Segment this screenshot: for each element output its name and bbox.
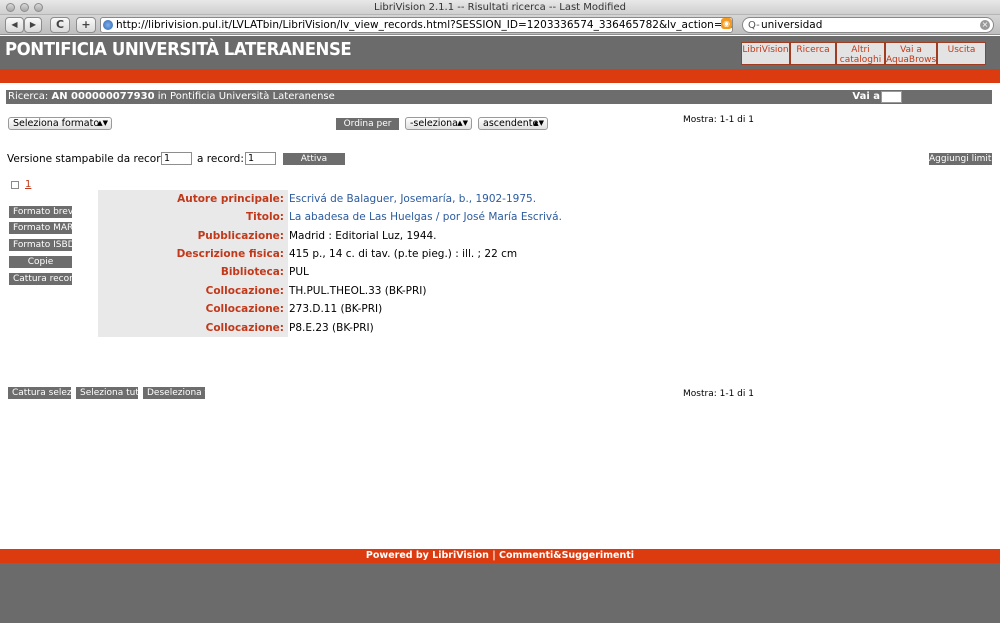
results-count-top: Mostra: 1-1 di 1 — [683, 115, 754, 125]
field-value-collocazione-1: TH.PUL.THEOL.33 (BK-PRI) — [289, 285, 427, 297]
back-button[interactable]: ◀ — [5, 17, 24, 33]
select-arrows-icon: ▲▼ — [97, 119, 108, 127]
window-title: LibriVision 2.1.1 -- Risultati ricerca -… — [374, 2, 626, 13]
attiva-button[interactable]: Attiva — [283, 153, 345, 165]
cattura-record-button[interactable]: Cattura record — [9, 273, 72, 285]
footer-band — [0, 563, 1000, 623]
browser-toolbar: ◀ ▶ C + http://librivision.pul.it/LVLATb… — [0, 15, 1000, 35]
field-value-collocazione-2: 273.D.11 (BK-PRI) — [289, 303, 383, 315]
site-footer: Powered by LibriVision | Commenti&Sugger… — [0, 549, 1000, 563]
clear-search-icon[interactable]: × — [980, 20, 990, 30]
search-scope: in Pontificia Università Lateranense — [157, 91, 335, 102]
field-label-autore: Autore principale: — [177, 193, 284, 205]
select-arrows-icon: ▲▼ — [457, 119, 468, 127]
formato-breve-button[interactable]: Formato breve — [9, 206, 72, 218]
order-select-value: -seleziona- — [410, 118, 462, 129]
powered-by-link[interactable]: Powered by LibriVision — [366, 550, 489, 561]
select-arrows-icon: ▲▼ — [533, 119, 544, 127]
cattura-selezionati-button[interactable]: Cattura selezionati — [8, 387, 71, 399]
format-select[interactable]: Seleziona formato ▲▼ — [8, 117, 112, 130]
print-version-label: Versione stampabile da record: — [7, 153, 171, 165]
search-query: AN 000000077930 — [51, 91, 155, 102]
direction-select[interactable]: ascendente ▲▼ — [478, 117, 548, 130]
minimize-window-icon[interactable] — [20, 3, 29, 12]
formato-marc-button[interactable]: Formato MARC — [9, 222, 72, 234]
field-label-pubblicazione: Pubblicazione: — [197, 230, 284, 242]
header-accent-bar — [0, 69, 1000, 83]
browser-search-field[interactable]: Q- universidad × — [742, 17, 994, 33]
university-logo[interactable]: PONTIFICIA UNIVERSITÀ LATERANENSE — [5, 39, 352, 60]
aggiungi-limiti-button[interactable]: Aggiungi limiti — [929, 153, 992, 165]
field-value-descrizione: 415 p., 14 c. di tav. (p.te pieg.) : ill… — [289, 248, 518, 260]
search-icon: Q- — [748, 20, 760, 31]
record-checkbox[interactable] — [11, 181, 19, 189]
field-value-pubblicazione: Madrid : Editorial Luz, 1944. — [289, 230, 437, 242]
field-label-collocazione-3: Collocazione: — [205, 322, 284, 334]
search-prefix: Ricerca: — [8, 91, 49, 102]
url-text: http://librivision.pul.it/LVLATbin/Libri… — [116, 19, 732, 31]
ordina-per-label: Ordina per — [336, 118, 399, 130]
field-label-titolo: Titolo: — [245, 211, 284, 223]
deseleziona-tutti-button[interactable]: Deseleziona tutti — [143, 387, 205, 399]
formato-isbd-button[interactable]: Formato ISBD — [9, 239, 72, 251]
rss-icon[interactable]: ◉ — [721, 18, 732, 29]
nav-altri-cataloghi-button[interactable]: Altri cataloghi — [836, 42, 885, 65]
nav-uscita-button[interactable]: Uscita — [937, 42, 986, 65]
from-record-input[interactable]: 1 — [161, 152, 192, 165]
nav-librivision-button[interactable]: LibriVision — [741, 42, 790, 65]
nav-aquabrowser-button[interactable]: Vai a AquaBrowser — [885, 42, 937, 65]
window-titlebar: LibriVision 2.1.1 -- Risultati ricerca -… — [0, 0, 1000, 15]
results-count-bottom: Mostra: 1-1 di 1 — [683, 389, 754, 399]
footer-separator: | — [492, 550, 496, 561]
zoom-window-icon[interactable] — [34, 3, 43, 12]
commenti-suggerimenti-link[interactable]: Commenti&Suggerimenti — [499, 550, 634, 561]
to-record-input[interactable]: 1 — [245, 152, 276, 165]
forward-button[interactable]: ▶ — [24, 17, 42, 33]
field-value-collocazione-3: P8.E.23 (BK-PRI) — [289, 322, 374, 334]
field-label-descrizione: Descrizione fisica: — [176, 248, 284, 260]
site-header: PONTIFICIA UNIVERSITÀ LATERANENSE LibriV… — [0, 36, 1000, 69]
field-value-titolo[interactable]: La abadesa de Las Huelgas / por José Mar… — [289, 211, 562, 223]
search-query-text: universidad — [761, 19, 823, 31]
field-label-collocazione-2: Collocazione: — [205, 303, 284, 315]
field-label-biblioteca: Biblioteca: — [220, 266, 284, 278]
to-record-label: a record: — [197, 153, 244, 165]
seleziona-tutti-button[interactable]: Seleziona tutti — [76, 387, 138, 399]
close-window-icon[interactable] — [6, 3, 15, 12]
goto-label: Vai a — [852, 91, 880, 102]
direction-select-value: ascendente — [483, 118, 539, 129]
record-number-link[interactable]: 1 — [25, 179, 31, 190]
copie-button[interactable]: Copie — [9, 256, 72, 268]
search-summary-bar: Ricerca: AN 000000077930 in Pontificia U… — [6, 90, 992, 104]
address-bar[interactable]: http://librivision.pul.it/LVLATbin/Libri… — [100, 17, 733, 33]
field-value-autore[interactable]: Escrivá de Balaguer, Josemaría, b., 1902… — [289, 193, 536, 205]
globe-icon — [103, 20, 113, 30]
field-label-collocazione-1: Collocazione: — [205, 285, 284, 297]
reload-button[interactable]: C — [50, 17, 70, 33]
order-select[interactable]: -seleziona- ▲▼ — [405, 117, 472, 130]
format-select-value: Seleziona formato — [13, 118, 100, 129]
nav-ricerca-button[interactable]: Ricerca — [790, 42, 836, 65]
window-controls — [6, 3, 43, 12]
field-value-biblioteca: PUL — [289, 266, 309, 278]
browser-window: LibriVision 2.1.1 -- Risultati ricerca -… — [0, 0, 1000, 623]
add-bookmark-button[interactable]: + — [76, 17, 96, 33]
goto-input[interactable] — [881, 91, 902, 103]
